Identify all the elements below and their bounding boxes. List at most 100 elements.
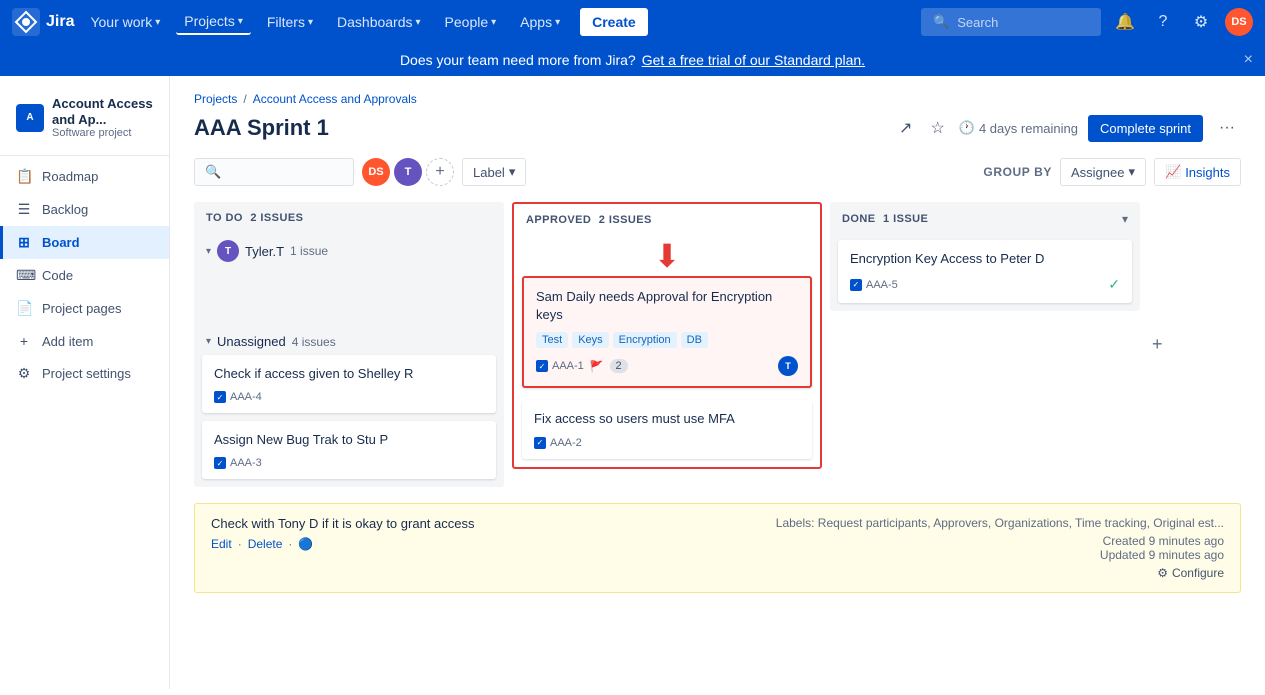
banner-close-button[interactable]: × (1244, 51, 1253, 69)
app-layout: A Account Access and Ap... Software proj… (0, 76, 1265, 689)
upgrade-banner: Does your team need more from Jira? Get … (0, 44, 1265, 76)
unassigned-group-todo[interactable]: Unassigned 4 issues (194, 328, 504, 355)
down-arrow-icon: ⬇ (654, 238, 681, 274)
approved-unassigned-cards: Fix access so users must use MFA AAA-2 (514, 400, 820, 466)
card-aaa1-assignee: T (778, 356, 798, 376)
assignee-group-select[interactable]: Assignee (1060, 158, 1146, 186)
search-placeholder: Search (957, 15, 998, 30)
card-aaa4-title: Check if access given to Shelley R (214, 365, 484, 383)
card-aaa4-footer: AAA-4 (214, 391, 484, 403)
search-box[interactable]: 🔍 Search (921, 8, 1101, 36)
nav-your-work[interactable]: Your work (82, 10, 168, 34)
sidebar-label-pages: Project pages (42, 301, 122, 316)
breadcrumb-projects[interactable]: Projects (194, 92, 237, 106)
settings-icon: ⚙ (16, 365, 32, 382)
sidebar-item-backlog[interactable]: ☰ Backlog (0, 193, 169, 226)
bottom-panel-actions: Edit · Delete · 🔵 (211, 537, 474, 551)
todo-unassigned-cards: Check if access given to Shelley R AAA-4… (194, 355, 504, 487)
complete-sprint-button[interactable]: Complete sprint (1088, 115, 1203, 142)
nav-projects[interactable]: Projects (176, 9, 251, 35)
updated-time: Updated 9 minutes ago (776, 548, 1224, 562)
main-content: Projects / Account Access and Approvals … (170, 76, 1265, 689)
group-tyler[interactable]: T Tyler.T 1 issue (194, 234, 504, 268)
card-aaa4[interactable]: Check if access given to Shelley R AAA-4 (202, 355, 496, 413)
configure-button[interactable]: ⚙ Configure (776, 566, 1224, 580)
card-aaa2-id-text: AAA-2 (550, 437, 582, 449)
tag-db: DB (681, 332, 708, 348)
pages-icon: 📄 (16, 300, 32, 317)
notifications-button[interactable]: 🔔 (1111, 8, 1139, 36)
card-aaa1[interactable]: Sam Daily needs Approval for Encryption … (522, 276, 812, 388)
backlog-icon: ☰ (16, 201, 32, 218)
star-icon[interactable]: ☆ (926, 114, 948, 142)
nav-dashboards[interactable]: Dashboards (329, 10, 429, 34)
card-aaa2[interactable]: Fix access so users must use MFA AAA-2 (522, 400, 812, 458)
project-info: Account Access and Ap... Software projec… (52, 96, 153, 139)
card-aaa1-story-points: 2 (610, 359, 628, 373)
card-aaa1-tags: Test Keys Encryption DB (536, 332, 798, 348)
delete-link[interactable]: Delete (248, 537, 283, 551)
nav-filters[interactable]: Filters (259, 10, 321, 34)
insights-button[interactable]: 📈 Insights (1154, 158, 1241, 186)
banner-link[interactable]: Get a free trial of our Standard plan. (642, 52, 865, 68)
label-filter-button[interactable]: Label (462, 158, 526, 186)
assignee-filter-group: DS T + (362, 158, 454, 186)
nav-logo[interactable]: Jira (12, 8, 74, 36)
board-search-input[interactable]: 🔍 (194, 158, 354, 186)
breadcrumb-project-name[interactable]: Account Access and Approvals (253, 92, 417, 106)
bottom-panel-content: Check with Tony D if it is okay to grant… (211, 516, 474, 551)
card-aaa3[interactable]: Assign New Bug Trak to Stu P AAA-3 (202, 421, 496, 479)
card-aaa4-id-text: AAA-4 (230, 391, 262, 403)
edit-link[interactable]: Edit (211, 537, 232, 551)
todo-tyler-cards (194, 268, 504, 328)
sidebar-label-code: Code (42, 268, 73, 283)
avatar-t[interactable]: T (394, 158, 422, 186)
card-aaa5-id-text: AAA-5 (866, 279, 898, 291)
done-checkmark-icon: ✓ (1108, 276, 1120, 293)
sidebar-project[interactable]: A Account Access and Ap... Software proj… (0, 84, 169, 151)
roadmap-icon: 📋 (16, 168, 32, 185)
column-done-header: DONE 1 ISSUE (830, 202, 1140, 236)
group-tyler-count: 1 issue (290, 244, 328, 258)
page-title: AAA Sprint 1 (194, 115, 329, 141)
toolbar-right: GROUP BY Assignee 📈 Insights (983, 158, 1241, 186)
label-chevron-icon (509, 164, 516, 180)
bottom-panel-meta: Labels: Request participants, Approvers,… (776, 516, 1224, 580)
banner-text: Does your team need more from Jira? (400, 52, 636, 68)
logo-text: Jira (46, 13, 74, 31)
card-aaa5-footer: AAA-5 ✓ (850, 276, 1120, 293)
column-todo-title: TO DO 2 ISSUES (206, 212, 303, 224)
sidebar-item-project-pages[interactable]: 📄 Project pages (0, 292, 169, 325)
create-button[interactable]: Create (580, 8, 648, 36)
done-cards: Encryption Key Access to Peter D AAA-5 ✓ (830, 240, 1140, 311)
card-aaa2-title: Fix access so users must use MFA (534, 410, 800, 428)
card-aaa5[interactable]: Encryption Key Access to Peter D AAA-5 ✓ (838, 240, 1132, 303)
unassigned-label-todo: Unassigned (217, 334, 286, 349)
add-member-button[interactable]: + (426, 158, 454, 186)
help-button[interactable]: ? (1149, 8, 1177, 36)
card-aaa2-id: AAA-2 (534, 437, 582, 449)
column-done-toggle[interactable] (1122, 212, 1128, 226)
sidebar-item-settings[interactable]: ⚙ Project settings (0, 357, 169, 390)
card-aaa5-id: AAA-5 (850, 279, 898, 291)
card-aaa2-checkbox (534, 437, 546, 449)
sidebar-item-board[interactable]: ⊞ Board (0, 226, 169, 259)
sidebar-item-roadmap[interactable]: 📋 Roadmap (0, 160, 169, 193)
sidebar-item-code[interactable]: ⌨ Code (0, 259, 169, 292)
settings-button[interactable]: ⚙ (1187, 8, 1215, 36)
nav-apps[interactable]: Apps (512, 10, 568, 34)
more-options-button[interactable]: ··· (1213, 115, 1241, 141)
share-icon[interactable]: ↗ (895, 114, 916, 142)
nav-people[interactable]: People (437, 10, 505, 34)
add-column-button[interactable]: + (1148, 330, 1167, 359)
card-aaa1-footer: AAA-1 🚩 2 T (536, 356, 798, 376)
panel-icon: 🔵 (298, 537, 313, 551)
group-by-label: GROUP BY (983, 165, 1052, 179)
avatar-ds[interactable]: DS (362, 158, 390, 186)
card-aaa3-checkbox (214, 457, 226, 469)
card-aaa5-checkbox (850, 279, 862, 291)
user-avatar[interactable]: DS (1225, 8, 1253, 36)
days-remaining: 4 days remaining (979, 121, 1078, 136)
sidebar-item-add-item[interactable]: + Add item (0, 325, 169, 357)
project-type: Software project (52, 127, 153, 139)
